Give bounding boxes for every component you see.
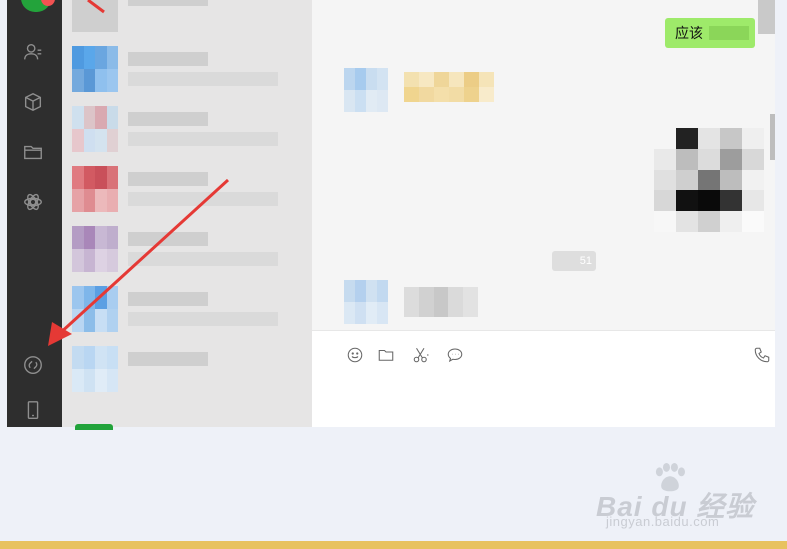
taskbar-tab[interactable] (75, 424, 113, 430)
list-item-preview (128, 252, 278, 266)
scissors-icon[interactable] (409, 345, 433, 365)
outgoing-message-text: 应该 (675, 25, 703, 41)
message-time: 51 (552, 251, 596, 271)
contact-avatar[interactable] (344, 280, 388, 324)
list-item[interactable] (62, 38, 312, 100)
emoji-icon[interactable] (345, 345, 365, 365)
phone-device-icon[interactable] (20, 397, 46, 423)
outgoing-message-bubble[interactable]: 应该 (665, 18, 755, 48)
contacts-icon[interactable] (20, 39, 46, 65)
watermark-url: jingyan.baidu.com (606, 514, 720, 529)
avatar (72, 166, 118, 212)
list-item[interactable] (62, 278, 312, 340)
avatar (72, 46, 118, 92)
sticker-image[interactable] (654, 128, 764, 232)
avatar (72, 106, 118, 152)
list-item-preview (128, 312, 278, 326)
avatar (72, 226, 118, 272)
list-item-preview (128, 132, 278, 146)
moments-link-icon[interactable] (20, 352, 46, 378)
list-item[interactable] (62, 158, 312, 220)
list-item-title (128, 232, 208, 246)
folder-icon[interactable] (20, 139, 46, 165)
folder-icon[interactable] (376, 345, 396, 365)
list-item[interactable] (62, 338, 312, 400)
conversation-list (62, 0, 312, 427)
notification-dot (41, 0, 55, 6)
taskbar (0, 541, 787, 549)
baidu-watermark: Bai du 经验 jingyan.baidu.com (596, 463, 756, 533)
list-item-title (128, 0, 208, 6)
list-item-title (128, 52, 208, 66)
incoming-message-bubble[interactable] (404, 72, 494, 102)
contact-avatar[interactable] (344, 68, 388, 112)
chat-bubble-icon[interactable] (445, 345, 465, 365)
avatar (72, 0, 118, 32)
incoming-message-bubble[interactable] (404, 287, 478, 317)
list-item-title (128, 292, 208, 306)
mini-program-icon[interactable] (20, 189, 46, 215)
user-avatar[interactable] (21, 0, 55, 12)
list-item[interactable] (62, 218, 312, 280)
list-item-title (128, 352, 208, 366)
self-avatar[interactable] (758, 0, 775, 34)
list-item-title (128, 172, 208, 186)
list-item-preview (128, 72, 278, 86)
self-avatar[interactable] (770, 114, 775, 160)
sidebar (7, 0, 62, 427)
box-icon[interactable] (20, 89, 46, 115)
wechat-window: 应该 51 (7, 0, 775, 427)
avatar (72, 286, 118, 332)
list-item[interactable] (62, 98, 312, 160)
blurred-text (709, 26, 749, 40)
message-input-area[interactable] (312, 330, 775, 427)
chat-panel: 应该 51 (312, 0, 775, 330)
list-item-title (128, 112, 208, 126)
avatar (72, 346, 118, 392)
list-item-preview (128, 192, 278, 206)
phone-icon[interactable] (752, 345, 772, 365)
list-item[interactable] (62, 0, 312, 40)
